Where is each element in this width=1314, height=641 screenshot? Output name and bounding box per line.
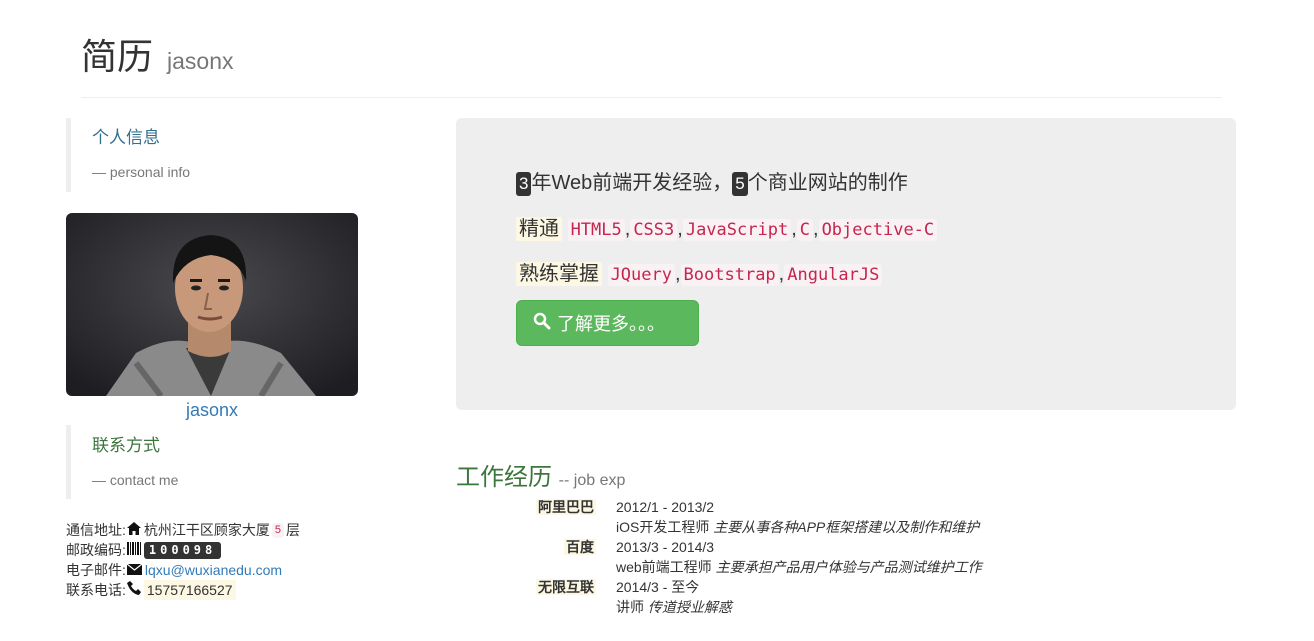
phone-value: 15757166527 <box>143 580 236 600</box>
job-role: iOS开发工程师 <box>616 519 710 535</box>
contact-subtitle: — contact me <box>92 472 179 488</box>
phone-row: 联系电话: 15757166527 <box>66 580 300 600</box>
profile-name[interactable]: jasonx <box>66 400 358 421</box>
postcode-value: 100098 <box>143 541 222 559</box>
job-period: 2013/3 - 2014/3 <box>616 539 715 555</box>
envelope-icon <box>126 560 143 580</box>
skill-tag: C <box>796 219 813 241</box>
familiar-label: 熟练掌握 <box>516 262 602 286</box>
barcode-icon <box>126 540 141 560</box>
page-title: 简历 jasonx <box>81 36 234 77</box>
postcode-row: 邮政编码: 100098 <box>66 540 300 560</box>
personal-info-heading: 个人信息 — personal info <box>66 118 292 192</box>
job-role-line: iOS开发工程师 主要从事各种APP框架搭建以及制作和维护 <box>616 517 979 537</box>
list-item: 百度 2013/3 - 2014/3 web前端工程师 主要承担产品用户体验与产… <box>456 537 1056 577</box>
sites-badge: 5 <box>732 171 748 196</box>
learn-more-label: 了解更多。。。 <box>557 314 665 334</box>
skill-tag: Bootstrap <box>680 264 779 286</box>
phone-label: 联系电话: <box>66 582 126 598</box>
profile-photo <box>66 213 358 396</box>
job-description: 主要从事各种APP框架搭建以及制作和维护 <box>713 519 980 535</box>
job-role-line: 讲师 传道授业解惑 <box>616 597 732 617</box>
job-role: 讲师 <box>616 599 644 615</box>
email-label: 电子邮件: <box>66 562 126 578</box>
list-item: 无限互联 2014/3 - 至今 讲师 传道授业解惑 <box>456 577 1056 617</box>
job-description: 主要承担产品用户体验与产品测试维护工作 <box>715 559 982 575</box>
learn-more-button[interactable]: 了解更多。。。 <box>516 300 699 346</box>
search-icon <box>533 312 557 335</box>
list-item: 阿里巴巴 2012/1 - 2013/2 iOS开发工程师 主要从事各种APP框… <box>456 497 1056 537</box>
experience-text: 年Web前端开发经验， <box>531 172 733 194</box>
personal-info-title: 个人信息 <box>92 128 160 147</box>
skill-tag: Objective-C <box>818 219 938 241</box>
phone-icon <box>126 580 141 600</box>
skill-tag: CSS3 <box>630 219 678 241</box>
skill-tag: JQuery <box>607 264 675 286</box>
personal-info-subtitle: — personal info <box>92 164 191 180</box>
experience-heading: 工作经历 -- job exp <box>456 457 625 492</box>
floor-badge: 5 <box>271 522 285 538</box>
experience-subtitle: -- job exp <box>558 472 626 489</box>
company-name: 无限互联 <box>536 579 596 595</box>
email-link[interactable]: lqxu@wuxianedu.com <box>145 560 282 580</box>
summary-line-proficient: 精通 HTML5, CSS3, JavaScript, C, Objective-C <box>516 212 938 241</box>
address-row: 通信地址: 杭州江干区顾家大厦 5 层 <box>66 520 300 540</box>
experience-list: 阿里巴巴 2012/1 - 2013/2 iOS开发工程师 主要从事各种APP框… <box>456 497 1056 617</box>
skill-tag: AngularJS <box>784 264 883 286</box>
job-period: 2012/1 - 2013/2 <box>616 499 715 515</box>
contact-heading: 联系方式 — contact me <box>66 425 292 499</box>
summary-jumbotron: 3 年Web前端开发经验， 5 个商业网站的制作 精通 HTML5, CSS3, Java… <box>456 118 1236 410</box>
address-label: 通信地址: <box>66 522 126 538</box>
job-description: 传道授业解惑 <box>647 599 732 615</box>
skill-tag: HTML5 <box>567 219 625 241</box>
job-role: web前端工程师 <box>616 559 712 575</box>
years-badge: 3 <box>516 171 532 196</box>
company-name: 阿里巴巴 <box>536 499 596 515</box>
experience-title: 工作经历 <box>456 464 552 491</box>
page-subtitle: jasonx <box>167 48 234 74</box>
address-value: 杭州江干区顾家大厦 <box>143 522 270 538</box>
company-name: 百度 <box>564 539 596 555</box>
summary-line-familiar: 熟练掌握 JQuery, Bootstrap, AngularJS <box>516 257 883 286</box>
proficient-label: 精通 <box>516 217 562 241</box>
postcode-label: 邮政编码: <box>66 542 126 558</box>
contact-list: 通信地址: 杭州江干区顾家大厦 5 层 邮政编码: 100098 电子邮件: l… <box>66 520 300 600</box>
email-row: 电子邮件: lqxu@wuxianedu.com <box>66 560 300 580</box>
skill-tag: JavaScript <box>682 219 792 241</box>
sites-text: 个商业网站的制作 <box>747 172 908 194</box>
job-period: 2014/3 - 至今 <box>616 579 700 595</box>
home-icon <box>126 520 141 540</box>
job-role-line: web前端工程师 主要承担产品用户体验与产品测试维护工作 <box>616 557 982 577</box>
summary-line-experience: 3 年Web前端开发经验， 5 个商业网站的制作 <box>516 166 908 196</box>
floor-suffix: 层 <box>286 522 301 538</box>
contact-title: 联系方式 <box>92 436 160 455</box>
page-header: 简历 jasonx <box>81 32 1222 98</box>
